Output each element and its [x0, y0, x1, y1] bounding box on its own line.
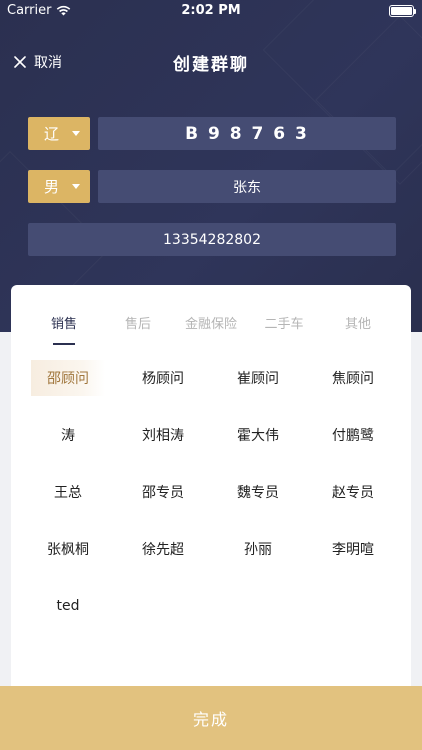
staff-item[interactable]: 徐先超 [126, 531, 200, 567]
nav-bar: 取消 创建群聊 [0, 40, 422, 84]
staff-item[interactable]: 付鹏鹭 [316, 417, 390, 453]
staff-item[interactable]: 李明喧 [316, 531, 390, 567]
staff-item[interactable]: 涛 [31, 417, 105, 453]
caret-down-icon [72, 184, 80, 189]
plate-number-value: B 9 8 7 6 3 [185, 123, 309, 144]
status-time: 2:02 PM [181, 3, 241, 18]
staff-item[interactable]: 刘相涛 [126, 417, 200, 453]
phone-row: 13354282802 [28, 223, 396, 256]
name-field[interactable]: 张东 [98, 170, 396, 203]
gender-value: 男 [44, 178, 60, 196]
name-row: 男 张东 [28, 170, 396, 203]
battery-icon [389, 5, 416, 17]
region-value: 辽 [44, 125, 60, 143]
tab-sales[interactable]: 销售 [51, 313, 77, 332]
staff-item[interactable]: 魏专员 [221, 474, 295, 510]
staff-item[interactable]: 崔顾问 [221, 360, 295, 396]
tab-other[interactable]: 其他 [345, 313, 371, 332]
plate-row: 辽 B 9 8 7 6 3 [28, 117, 396, 150]
tab-after-sales[interactable]: 售后 [125, 313, 151, 332]
staff-item[interactable]: 张枫桐 [31, 531, 105, 567]
staff-item[interactable]: 邵顾问 [31, 360, 105, 396]
staff-item[interactable]: ted [31, 588, 105, 624]
phone-value: 13354282802 [163, 231, 261, 248]
staff-item[interactable]: 孙丽 [221, 531, 295, 567]
staff-item[interactable]: 霍大伟 [221, 417, 295, 453]
staff-item[interactable]: 杨顾问 [126, 360, 200, 396]
staff-item[interactable]: 邵专员 [126, 474, 200, 510]
caret-down-icon [72, 131, 80, 136]
done-button[interactable]: 完成 [0, 686, 422, 750]
category-tabs: 销售 售后 金融保险 二手车 其他 [11, 285, 411, 345]
tab-finance-insurance[interactable]: 金融保险 [185, 313, 237, 332]
active-tab-indicator [53, 343, 75, 345]
staff-item[interactable]: 王总 [31, 474, 105, 510]
phone-field[interactable]: 13354282802 [28, 223, 396, 256]
gender-select[interactable]: 男 [28, 170, 90, 203]
staff-item[interactable]: 赵专员 [316, 474, 390, 510]
name-value: 张东 [233, 179, 261, 196]
tab-used-car[interactable]: 二手车 [264, 313, 303, 332]
staff-item[interactable]: 焦顾问 [316, 360, 390, 396]
plate-number-field[interactable]: B 9 8 7 6 3 [98, 117, 396, 150]
status-bar: Carrier 2:02 PM [0, 0, 422, 22]
region-select[interactable]: 辽 [28, 117, 90, 150]
staff-selection-card: 销售 售后 金融保险 二手车 其他 邵顾问 杨顾问 崔顾问 焦顾问 涛 刘相涛 … [11, 285, 411, 705]
page-title: 创建群聊 [173, 55, 249, 75]
